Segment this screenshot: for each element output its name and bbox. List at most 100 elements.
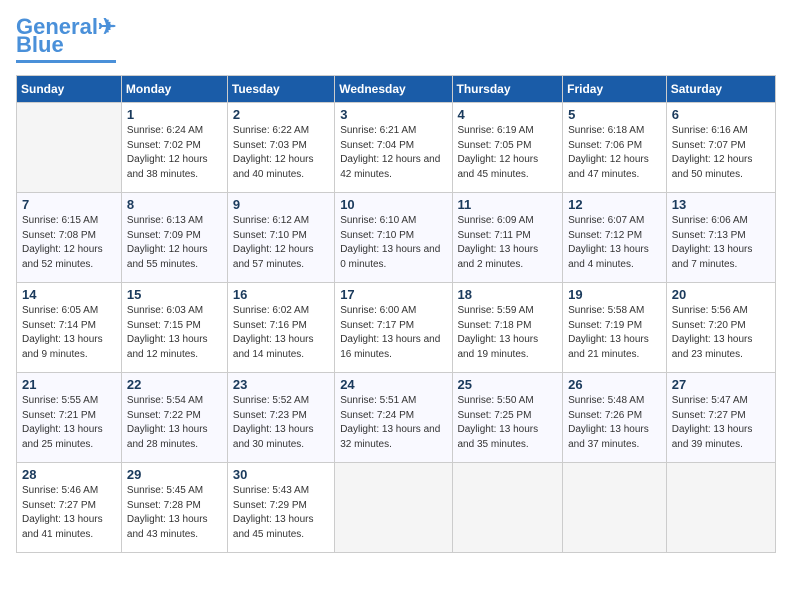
calendar-cell: 29 Sunrise: 5:45 AMSunset: 7:28 PMDaylig… (121, 463, 227, 553)
day-number: 14 (22, 287, 116, 302)
week-row-5: 28 Sunrise: 5:46 AMSunset: 7:27 PMDaylig… (17, 463, 776, 553)
day-info: Sunrise: 6:22 AMSunset: 7:03 PMDaylight:… (233, 124, 329, 182)
day-header-thursday: Thursday (452, 76, 563, 103)
day-header-monday: Monday (121, 76, 227, 103)
day-info: Sunrise: 6:07 AMSunset: 7:12 PMDaylight:… (568, 214, 661, 272)
calendar-cell: 22 Sunrise: 5:54 AMSunset: 7:22 PMDaylig… (121, 373, 227, 463)
day-header-sunday: Sunday (17, 76, 122, 103)
calendar-cell: 17 Sunrise: 6:00 AMSunset: 7:17 PMDaylig… (335, 283, 452, 373)
day-info: Sunrise: 5:48 AMSunset: 7:26 PMDaylight:… (568, 394, 661, 452)
day-info: Sunrise: 5:54 AMSunset: 7:22 PMDaylight:… (127, 394, 222, 452)
calendar-cell: 5 Sunrise: 6:18 AMSunset: 7:06 PMDayligh… (563, 103, 667, 193)
day-info: Sunrise: 5:58 AMSunset: 7:19 PMDaylight:… (568, 304, 661, 362)
calendar-cell: 30 Sunrise: 5:43 AMSunset: 7:29 PMDaylig… (227, 463, 334, 553)
calendar-cell: 16 Sunrise: 6:02 AMSunset: 7:16 PMDaylig… (227, 283, 334, 373)
calendar-cell: 25 Sunrise: 5:50 AMSunset: 7:25 PMDaylig… (452, 373, 563, 463)
day-number: 5 (568, 107, 661, 122)
day-info: Sunrise: 6:19 AMSunset: 7:05 PMDaylight:… (458, 124, 558, 182)
day-number: 6 (672, 107, 770, 122)
calendar-cell: 4 Sunrise: 6:19 AMSunset: 7:05 PMDayligh… (452, 103, 563, 193)
calendar-cell: 13 Sunrise: 6:06 AMSunset: 7:13 PMDaylig… (666, 193, 775, 283)
logo-blue: ✈ (98, 14, 116, 39)
day-number: 1 (127, 107, 222, 122)
day-info: Sunrise: 5:46 AMSunset: 7:27 PMDaylight:… (22, 484, 116, 542)
day-info: Sunrise: 5:51 AMSunset: 7:24 PMDaylight:… (340, 394, 446, 452)
calendar-cell: 12 Sunrise: 6:07 AMSunset: 7:12 PMDaylig… (563, 193, 667, 283)
day-number: 20 (672, 287, 770, 302)
day-number: 24 (340, 377, 446, 392)
calendar-cell: 11 Sunrise: 6:09 AMSunset: 7:11 PMDaylig… (452, 193, 563, 283)
calendar-cell: 27 Sunrise: 5:47 AMSunset: 7:27 PMDaylig… (666, 373, 775, 463)
day-number: 21 (22, 377, 116, 392)
calendar-cell (17, 103, 122, 193)
calendar-cell: 14 Sunrise: 6:05 AMSunset: 7:14 PMDaylig… (17, 283, 122, 373)
calendar-cell: 15 Sunrise: 6:03 AMSunset: 7:15 PMDaylig… (121, 283, 227, 373)
day-header-friday: Friday (563, 76, 667, 103)
day-info: Sunrise: 5:56 AMSunset: 7:20 PMDaylight:… (672, 304, 770, 362)
calendar-cell: 21 Sunrise: 5:55 AMSunset: 7:21 PMDaylig… (17, 373, 122, 463)
logo-blue-text: Blue (16, 32, 64, 58)
calendar-cell (563, 463, 667, 553)
day-number: 28 (22, 467, 116, 482)
day-info: Sunrise: 5:59 AMSunset: 7:18 PMDaylight:… (458, 304, 558, 362)
day-number: 26 (568, 377, 661, 392)
day-info: Sunrise: 6:18 AMSunset: 7:06 PMDaylight:… (568, 124, 661, 182)
day-number: 22 (127, 377, 222, 392)
day-number: 9 (233, 197, 329, 212)
week-row-4: 21 Sunrise: 5:55 AMSunset: 7:21 PMDaylig… (17, 373, 776, 463)
logo-underline (16, 60, 116, 63)
day-number: 10 (340, 197, 446, 212)
calendar-cell: 28 Sunrise: 5:46 AMSunset: 7:27 PMDaylig… (17, 463, 122, 553)
day-info: Sunrise: 5:50 AMSunset: 7:25 PMDaylight:… (458, 394, 558, 452)
day-number: 11 (458, 197, 558, 212)
calendar-cell: 24 Sunrise: 5:51 AMSunset: 7:24 PMDaylig… (335, 373, 452, 463)
calendar-cell (335, 463, 452, 553)
day-number: 13 (672, 197, 770, 212)
day-number: 15 (127, 287, 222, 302)
day-info: Sunrise: 6:16 AMSunset: 7:07 PMDaylight:… (672, 124, 770, 182)
day-info: Sunrise: 6:12 AMSunset: 7:10 PMDaylight:… (233, 214, 329, 272)
day-number: 8 (127, 197, 222, 212)
calendar-cell: 1 Sunrise: 6:24 AMSunset: 7:02 PMDayligh… (121, 103, 227, 193)
day-number: 18 (458, 287, 558, 302)
calendar-body: 1 Sunrise: 6:24 AMSunset: 7:02 PMDayligh… (17, 103, 776, 553)
week-row-2: 7 Sunrise: 6:15 AMSunset: 7:08 PMDayligh… (17, 193, 776, 283)
calendar-header-row: SundayMondayTuesdayWednesdayThursdayFrid… (17, 76, 776, 103)
day-info: Sunrise: 6:03 AMSunset: 7:15 PMDaylight:… (127, 304, 222, 362)
day-number: 25 (458, 377, 558, 392)
day-info: Sunrise: 6:06 AMSunset: 7:13 PMDaylight:… (672, 214, 770, 272)
day-number: 12 (568, 197, 661, 212)
day-number: 2 (233, 107, 329, 122)
calendar-cell: 23 Sunrise: 5:52 AMSunset: 7:23 PMDaylig… (227, 373, 334, 463)
calendar-cell: 2 Sunrise: 6:22 AMSunset: 7:03 PMDayligh… (227, 103, 334, 193)
day-number: 7 (22, 197, 116, 212)
day-info: Sunrise: 6:21 AMSunset: 7:04 PMDaylight:… (340, 124, 446, 182)
day-info: Sunrise: 6:05 AMSunset: 7:14 PMDaylight:… (22, 304, 116, 362)
day-info: Sunrise: 5:52 AMSunset: 7:23 PMDaylight:… (233, 394, 329, 452)
day-number: 30 (233, 467, 329, 482)
day-number: 16 (233, 287, 329, 302)
day-number: 19 (568, 287, 661, 302)
week-row-3: 14 Sunrise: 6:05 AMSunset: 7:14 PMDaylig… (17, 283, 776, 373)
day-info: Sunrise: 6:24 AMSunset: 7:02 PMDaylight:… (127, 124, 222, 182)
day-info: Sunrise: 6:00 AMSunset: 7:17 PMDaylight:… (340, 304, 446, 362)
logo: General✈ Blue (16, 16, 116, 63)
day-info: Sunrise: 5:47 AMSunset: 7:27 PMDaylight:… (672, 394, 770, 452)
calendar-table: SundayMondayTuesdayWednesdayThursdayFrid… (16, 75, 776, 553)
page-header: General✈ Blue (16, 16, 776, 63)
calendar-cell: 9 Sunrise: 6:12 AMSunset: 7:10 PMDayligh… (227, 193, 334, 283)
day-number: 4 (458, 107, 558, 122)
day-info: Sunrise: 5:55 AMSunset: 7:21 PMDaylight:… (22, 394, 116, 452)
day-info: Sunrise: 6:10 AMSunset: 7:10 PMDaylight:… (340, 214, 446, 272)
day-number: 27 (672, 377, 770, 392)
day-header-saturday: Saturday (666, 76, 775, 103)
calendar-cell: 18 Sunrise: 5:59 AMSunset: 7:18 PMDaylig… (452, 283, 563, 373)
day-info: Sunrise: 6:13 AMSunset: 7:09 PMDaylight:… (127, 214, 222, 272)
calendar-cell: 20 Sunrise: 5:56 AMSunset: 7:20 PMDaylig… (666, 283, 775, 373)
calendar-cell: 3 Sunrise: 6:21 AMSunset: 7:04 PMDayligh… (335, 103, 452, 193)
calendar-cell: 6 Sunrise: 6:16 AMSunset: 7:07 PMDayligh… (666, 103, 775, 193)
calendar-cell: 10 Sunrise: 6:10 AMSunset: 7:10 PMDaylig… (335, 193, 452, 283)
calendar-cell: 26 Sunrise: 5:48 AMSunset: 7:26 PMDaylig… (563, 373, 667, 463)
day-info: Sunrise: 6:15 AMSunset: 7:08 PMDaylight:… (22, 214, 116, 272)
calendar-cell (666, 463, 775, 553)
